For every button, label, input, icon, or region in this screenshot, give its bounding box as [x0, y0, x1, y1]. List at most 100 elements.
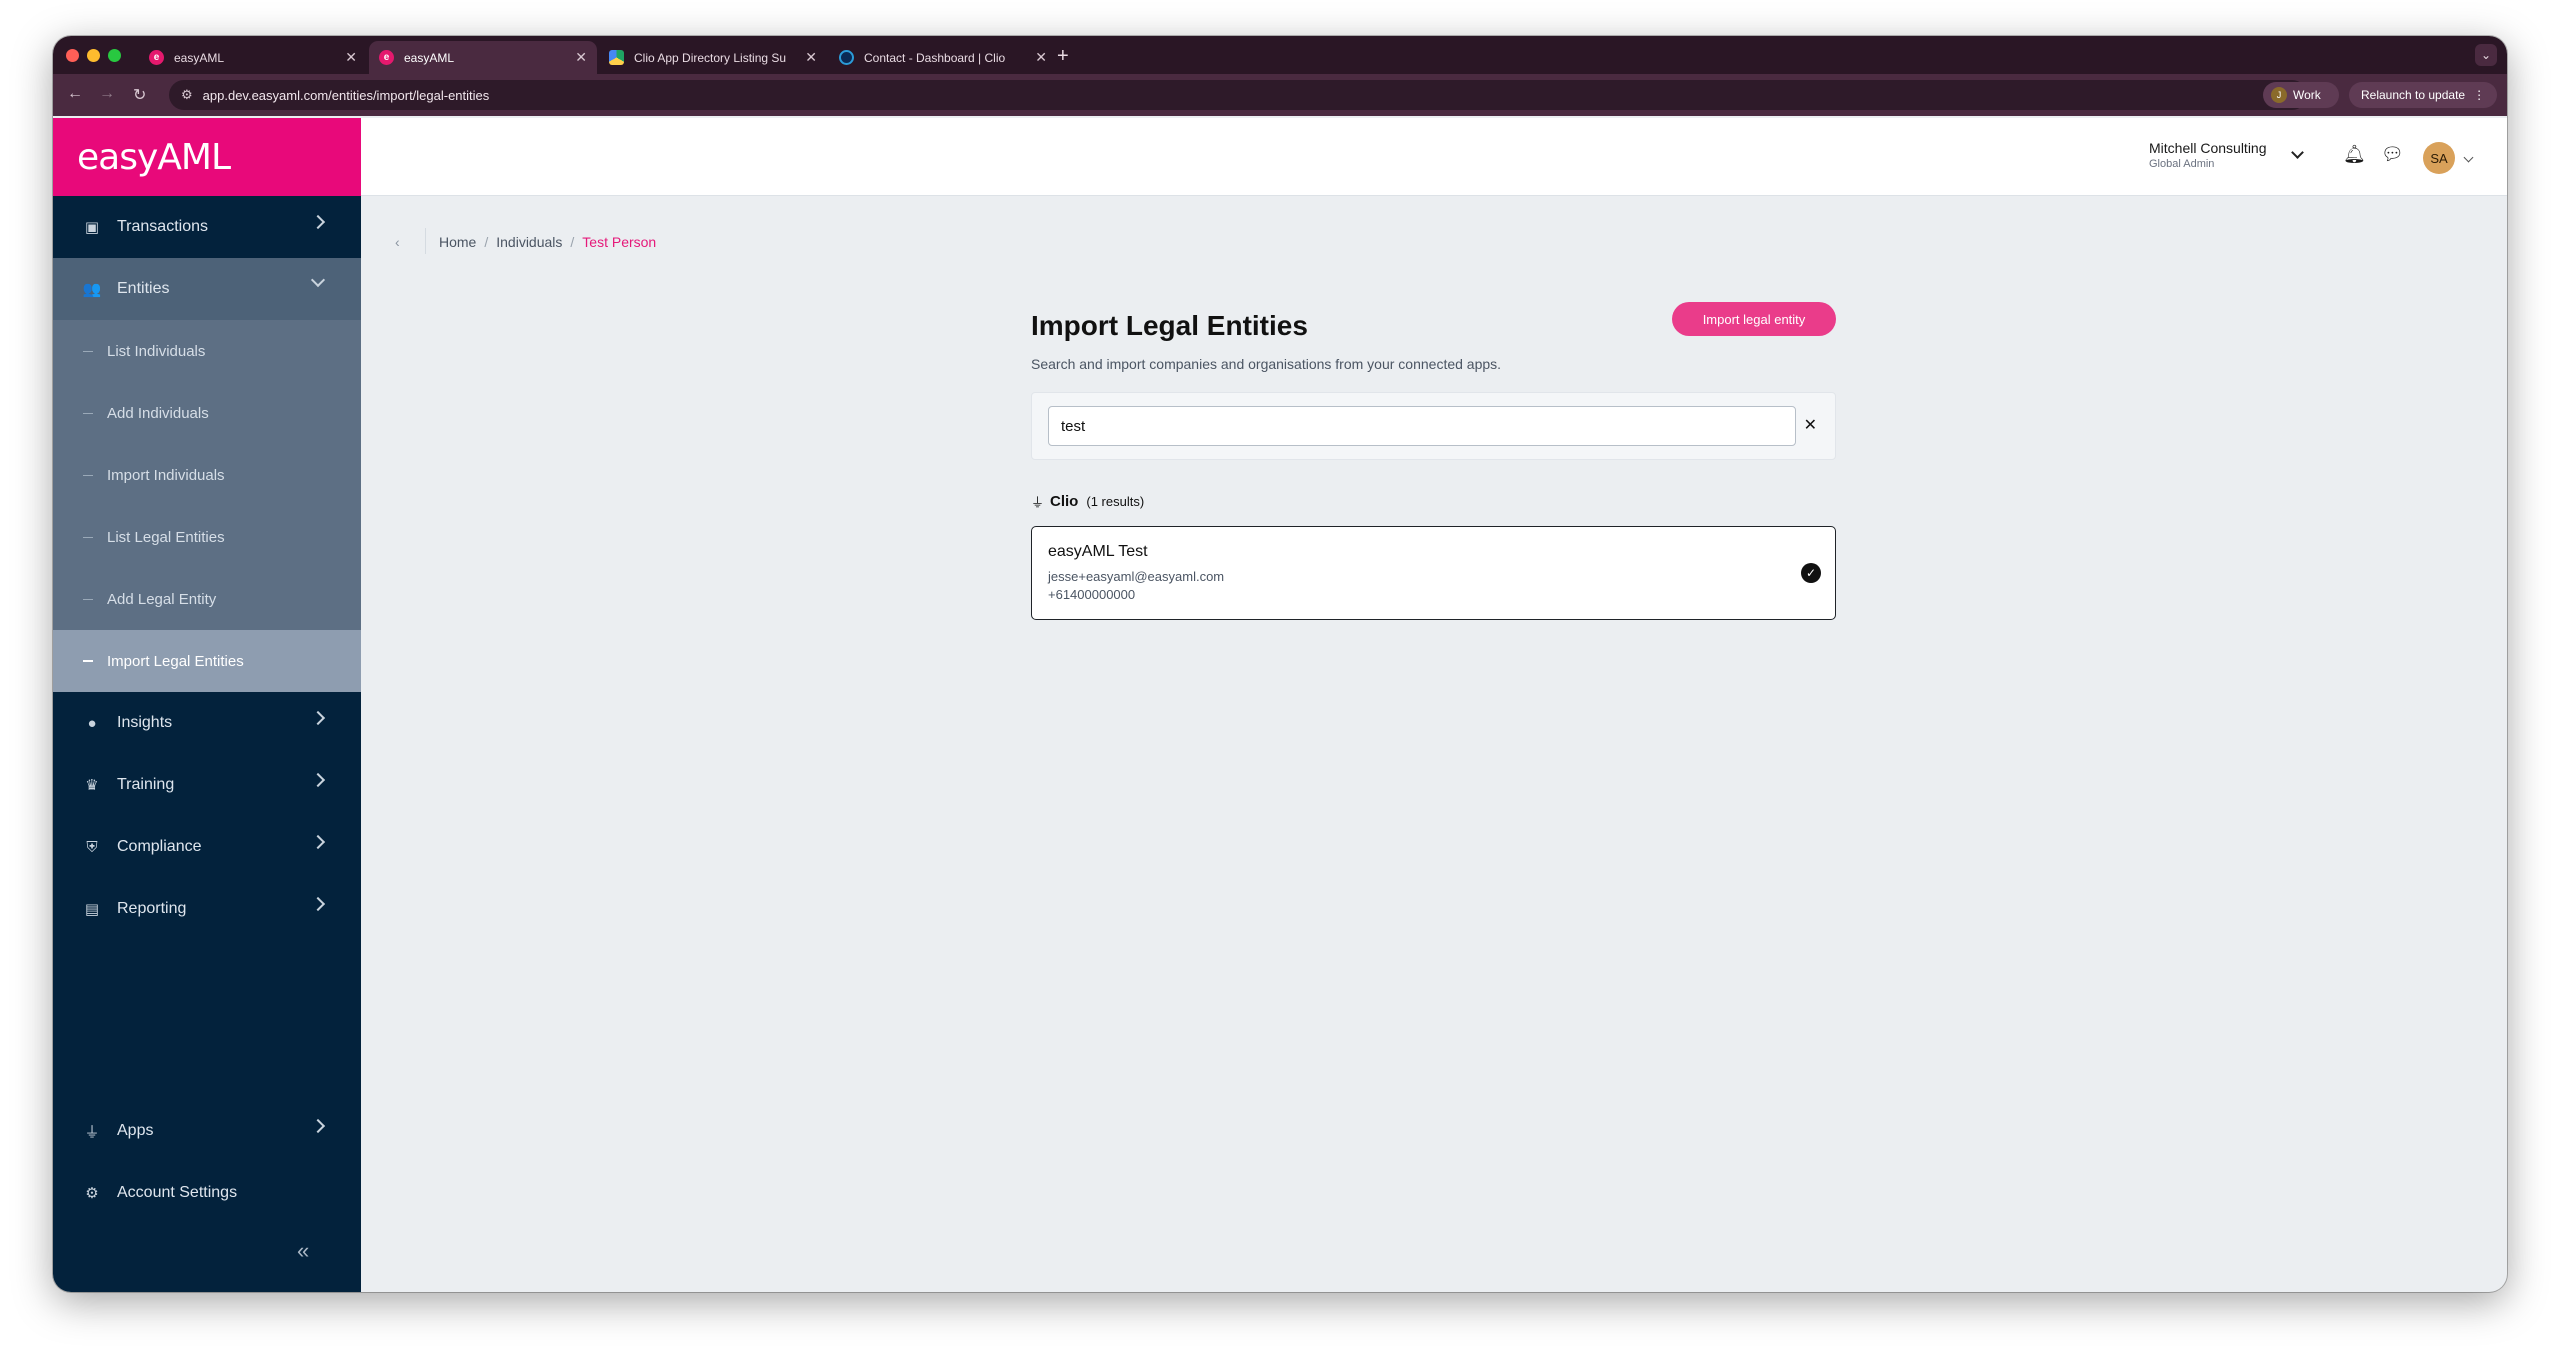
- breadcrumb-separator: /: [570, 234, 575, 250]
- briefcase-icon: ▣: [84, 219, 100, 236]
- easyaml-favicon-icon: e: [149, 50, 164, 65]
- import-panel: Import Legal Entities Search and import …: [1031, 302, 1836, 620]
- relaunch-button[interactable]: Relaunch to update ⋮: [2349, 82, 2497, 108]
- dash-icon: [83, 474, 93, 476]
- close-tab-icon[interactable]: ✕: [575, 49, 587, 66]
- sidebar-item-label: Reporting: [117, 900, 187, 917]
- site-settings-icon[interactable]: ⚙: [181, 87, 193, 103]
- trophy-icon: ♛: [85, 777, 99, 794]
- new-tab-icon[interactable]: +: [1057, 45, 1069, 68]
- search-box: ✕: [1031, 392, 1836, 460]
- divider: [425, 228, 426, 254]
- organisation-name: Mitchell Consulting: [2149, 140, 2267, 156]
- chevron-left-icon[interactable]: ‹: [395, 234, 400, 250]
- sidebar-item-entities[interactable]: 👥 Entities: [53, 258, 361, 320]
- browser-window: e easyAML ✕ e easyAML ✕ Clio App Directo…: [53, 36, 2507, 1292]
- browser-tab-4[interactable]: Contact - Dashboard | Clio ✕: [829, 41, 1057, 74]
- chat-bubble-icon[interactable]: 💬︎: [2381, 144, 2404, 165]
- sidebar-subitem-label: Add Individuals: [107, 404, 209, 422]
- chevron-down-icon[interactable]: [2291, 146, 2304, 159]
- sidebar-subitem-label: List Individuals: [107, 342, 206, 360]
- sidebar-item-training[interactable]: ♛ Training: [53, 754, 361, 816]
- clear-search-icon[interactable]: ✕: [1804, 415, 1817, 435]
- easyaml-favicon-icon: e: [379, 50, 394, 65]
- sidebar-subitem-label: Import Individuals: [107, 466, 225, 484]
- main-content: ‹ Home / Individuals / Test Person Import Le…: [361, 196, 2507, 1292]
- import-legal-entity-button[interactable]: Import legal entity: [1672, 302, 1836, 336]
- result-name: easyAML Test: [1048, 543, 1148, 560]
- sidebar-subitem-import-legal-entities[interactable]: Import Legal Entities: [53, 630, 361, 692]
- browser-tab-3[interactable]: Clio App Directory Listing Su ✕: [599, 41, 827, 74]
- sidebar-item-reporting[interactable]: ▤ Reporting: [53, 878, 361, 940]
- google-drive-favicon-icon: [609, 50, 624, 65]
- dash-icon: [83, 412, 93, 414]
- address-bar[interactable]: ⚙ app.dev.easyaml.com/entities/import/le…: [169, 80, 2307, 110]
- sidebar-item-label: Transactions: [117, 218, 208, 235]
- collapse-sidebar-icon[interactable]: «: [297, 1238, 309, 1264]
- result-email: jesse+easyaml@easyaml.com: [1048, 569, 1225, 584]
- tab-title: Contact - Dashboard | Clio: [864, 50, 1006, 65]
- breadcrumb-individuals[interactable]: Individuals: [496, 234, 562, 250]
- sidebar-item-transactions[interactable]: ▣ Transactions: [53, 196, 361, 258]
- breadcrumb-current: Test Person: [582, 234, 657, 250]
- plug-icon: ⏚: [1031, 495, 1045, 510]
- sidebar-subitem-label: Import Legal Entities: [107, 652, 244, 670]
- reload-icon[interactable]: ↻: [133, 85, 146, 105]
- breadcrumb-home[interactable]: Home: [439, 234, 476, 250]
- result-card[interactable]: easyAML Test jesse+easyaml@easyaml.com +…: [1031, 526, 1836, 620]
- bell-icon[interactable]: 🔔︎: [2343, 144, 2366, 165]
- document-icon: ▤: [84, 901, 100, 918]
- browser-toolbar: ← → ↻ ⚙ app.dev.easyaml.com/entities/imp…: [53, 74, 2507, 116]
- app-logo[interactable]: easyAML: [53, 118, 361, 196]
- tab-search-chevron-icon[interactable]: ⌄: [2475, 44, 2497, 66]
- sidebar-subitem-list-legal-entities[interactable]: List Legal Entities: [53, 506, 361, 568]
- close-tab-icon[interactable]: ✕: [805, 49, 817, 66]
- close-tab-icon[interactable]: ✕: [345, 49, 357, 66]
- chevron-right-icon: [310, 214, 326, 230]
- source-name: Clio: [1050, 493, 1079, 510]
- search-input[interactable]: [1048, 406, 1796, 446]
- sidebar-item-account-settings[interactable]: ⚙ Account Settings: [53, 1162, 361, 1224]
- sidebar-item-label: Entities: [117, 280, 170, 297]
- sidebar-subitem-import-individuals[interactable]: Import Individuals: [53, 444, 361, 506]
- browser-tab-bar: e easyAML ✕ e easyAML ✕ Clio App Directo…: [53, 36, 2507, 74]
- sidebar-item-compliance[interactable]: ⛨ Compliance: [53, 816, 361, 878]
- sidebar-item-apps[interactable]: ⏚ Apps: [53, 1100, 361, 1162]
- chevron-right-icon: [310, 710, 326, 726]
- close-window-button[interactable]: [66, 49, 79, 62]
- app-root: easyAML ▣ Transactions 👥 Entities List I…: [53, 118, 2507, 1292]
- browser-tab-1[interactable]: e easyAML ✕: [139, 41, 367, 74]
- plug-icon: ⏚: [84, 1123, 100, 1141]
- minimize-window-button[interactable]: [87, 49, 100, 62]
- browser-tab-2[interactable]: e easyAML ✕: [369, 41, 597, 74]
- sidebar-subitem-label: List Legal Entities: [107, 528, 225, 546]
- dash-icon: [83, 536, 93, 538]
- profile-chip[interactable]: J Work: [2263, 82, 2339, 108]
- sidebar-subitem-add-legal-entity[interactable]: Add Legal Entity: [53, 568, 361, 630]
- check-circle-icon[interactable]: ✓: [1801, 563, 1821, 583]
- user-avatar[interactable]: SA: [2423, 142, 2455, 174]
- profile-avatar: J: [2271, 87, 2287, 103]
- sidebar-item-label: Apps: [117, 1122, 154, 1139]
- sidebar-item-insights[interactable]: ● Insights: [53, 692, 361, 754]
- forward-arrow-icon[interactable]: →: [99, 85, 115, 103]
- dash-icon: [83, 598, 93, 600]
- breadcrumb: Home / Individuals / Test Person: [439, 234, 656, 250]
- chevron-right-icon: [310, 1118, 326, 1134]
- organisation-switcher[interactable]: Mitchell Consulting Global Admin: [2149, 140, 2267, 170]
- sidebar: easyAML ▣ Transactions 👥 Entities List I…: [53, 118, 361, 1292]
- profile-label: Work: [2293, 88, 2321, 102]
- shield-icon: ⛨: [86, 838, 98, 856]
- chevron-right-icon: [310, 834, 326, 850]
- close-tab-icon[interactable]: ✕: [1035, 49, 1047, 66]
- sidebar-subitem-list-individuals[interactable]: List Individuals: [53, 320, 361, 382]
- more-menu-icon[interactable]: ⋮: [2473, 88, 2485, 102]
- top-bar: Mitchell Consulting Global Admin 🔔︎ 💬︎ S…: [361, 118, 2507, 196]
- breadcrumb-separator: /: [484, 234, 489, 250]
- maximize-window-button[interactable]: [108, 49, 121, 62]
- chevron-down-icon[interactable]: [2463, 152, 2474, 163]
- clio-favicon-icon: [839, 50, 854, 65]
- back-arrow-icon[interactable]: ←: [67, 85, 83, 103]
- entities-submenu: List Individuals Add Individuals Import …: [53, 320, 361, 692]
- sidebar-subitem-add-individuals[interactable]: Add Individuals: [53, 382, 361, 444]
